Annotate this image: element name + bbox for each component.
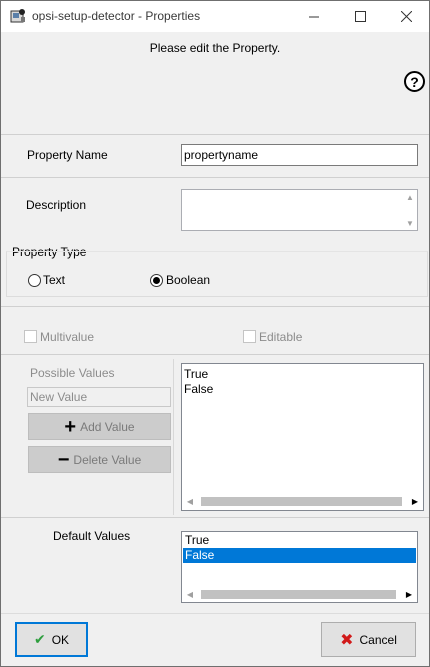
- type-text-radio[interactable]: [28, 274, 41, 287]
- type-boolean-radio[interactable]: [150, 274, 163, 287]
- add-value-label: Add Value: [80, 419, 135, 434]
- properties-window: opsi-setup-detector - Properties Please …: [0, 0, 430, 667]
- title-bar: opsi-setup-detector - Properties: [1, 1, 429, 32]
- maximize-icon: [354, 11, 366, 22]
- divider: [1, 134, 429, 135]
- scroll-right-icon[interactable]: ▶: [408, 494, 422, 508]
- editable-checkbox[interactable]: [243, 330, 256, 343]
- minimize-icon: [308, 16, 319, 18]
- type-text-label[interactable]: Text: [43, 273, 65, 287]
- maximize-button[interactable]: [337, 1, 383, 32]
- ok-label: OK: [51, 632, 70, 647]
- button-bar: ✔ OK ✖ Cancel: [1, 613, 429, 666]
- minimize-button[interactable]: [291, 1, 337, 32]
- cancel-button[interactable]: ✖ Cancel: [321, 622, 416, 657]
- possible-values-label: Possible Values: [30, 366, 115, 380]
- multivalue-checkbox[interactable]: [24, 330, 37, 343]
- possible-values-hscrollbar[interactable]: ◀ ▶: [183, 494, 422, 508]
- type-boolean-label[interactable]: Boolean: [166, 273, 210, 287]
- close-icon: [400, 11, 412, 22]
- delete-value-button[interactable]: − Delete Value: [28, 446, 171, 473]
- list-item[interactable]: False: [184, 382, 213, 397]
- editable-label: Editable: [259, 330, 303, 344]
- property-name-label: Property Name: [27, 148, 108, 162]
- description-input[interactable]: ▲ ▼: [181, 189, 418, 231]
- scroll-thumb[interactable]: [201, 497, 402, 506]
- default-values-list[interactable]: True False ◀ ▶: [181, 531, 418, 603]
- description-label: Description: [26, 198, 87, 212]
- list-item[interactable]: True: [183, 533, 416, 548]
- checkmark-icon: ✔: [33, 631, 46, 647]
- header-area: Please edit the Property. ?: [1, 32, 429, 134]
- ok-button[interactable]: ✔ OK: [15, 622, 88, 657]
- scroll-thumb[interactable]: [201, 590, 396, 599]
- plus-icon: +: [64, 415, 77, 438]
- property-name-input[interactable]: propertyname: [181, 144, 418, 166]
- scroll-down-icon[interactable]: ▼: [403, 216, 417, 230]
- scroll-left-icon[interactable]: ◀: [183, 494, 197, 508]
- default-values-hscrollbar[interactable]: ◀ ▶: [183, 587, 416, 601]
- instruction-text: Please edit the Property.: [149, 41, 281, 55]
- scroll-up-icon[interactable]: ▲: [403, 190, 417, 204]
- app-icon: [10, 9, 25, 23]
- description-scrollbar[interactable]: ▲ ▼: [403, 190, 417, 230]
- multivalue-label: Multivalue: [40, 330, 95, 344]
- list-item[interactable]: True: [184, 367, 208, 382]
- possible-values-panel: Possible Values New Value + Add Value − …: [23, 359, 174, 515]
- possible-values-list[interactable]: True False ◀ ▶: [181, 363, 424, 511]
- help-icon[interactable]: ?: [404, 71, 425, 92]
- cancel-x-icon: ✖: [340, 631, 354, 649]
- default-values-label: Default Values: [53, 529, 131, 543]
- close-button[interactable]: [383, 1, 429, 32]
- divider: [1, 517, 429, 518]
- scroll-left-icon[interactable]: ◀: [183, 587, 197, 601]
- minus-icon: −: [57, 448, 70, 471]
- divider: [1, 306, 429, 307]
- new-value-input[interactable]: New Value: [27, 387, 171, 407]
- list-item-selected[interactable]: False: [183, 548, 416, 563]
- delete-value-label: Delete Value: [73, 452, 142, 467]
- window-title: opsi-setup-detector - Properties: [32, 9, 201, 23]
- property-type-group: [6, 251, 428, 297]
- scroll-right-icon[interactable]: ▶: [402, 587, 416, 601]
- divider: [1, 177, 429, 178]
- divider: [1, 354, 429, 355]
- cancel-label: Cancel: [359, 632, 397, 647]
- add-value-button[interactable]: + Add Value: [28, 413, 171, 440]
